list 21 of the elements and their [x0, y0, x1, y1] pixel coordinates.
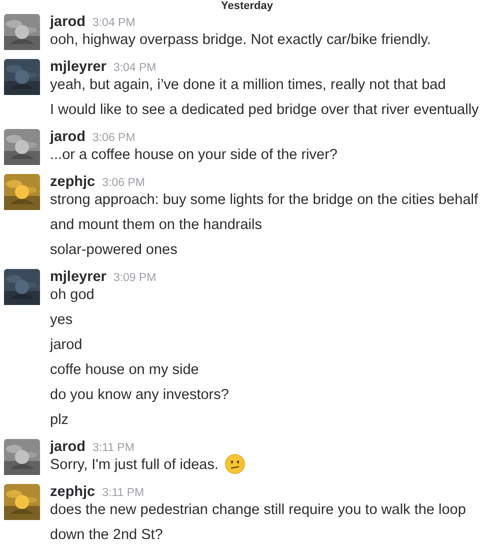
username[interactable]: jarod: [50, 12, 86, 32]
username[interactable]: mjleyrer: [50, 57, 106, 77]
username[interactable]: jarod: [50, 437, 86, 457]
message-text: coffe house on my side: [50, 362, 199, 378]
message-text: ...or a coffee house on your side of the river?: [50, 147, 338, 163]
message-text: do you know any investors?: [50, 387, 229, 403]
message-text: ooh, highway overpass bridge. Not exactly car/bike friendly.: [50, 32, 431, 48]
message-text: jarod: [50, 337, 82, 353]
message-text: yeah, but again, i’ve done it a million times, really not that bad: [50, 77, 446, 93]
username[interactable]: jarod: [50, 127, 86, 147]
message-text: does the new pedestrian change still require you to walk the loop down the 2nd St?: [50, 502, 466, 543]
username[interactable]: zephjc: [50, 482, 96, 502]
message-text: oh god: [50, 287, 94, 303]
username[interactable]: zephjc: [50, 172, 96, 192]
message-text: I would like to see a dedicated ped bridge over that river eventually: [50, 102, 479, 118]
username[interactable]: mjleyrer: [50, 267, 106, 287]
day-divider-label: Yesterday: [221, 0, 273, 12]
message-text: plz: [50, 412, 69, 428]
message-text: yes: [50, 312, 73, 328]
message-text: solar-powered ones: [50, 242, 178, 258]
message-text: Sorry, I'm just full of ideas.: [50, 457, 218, 473]
